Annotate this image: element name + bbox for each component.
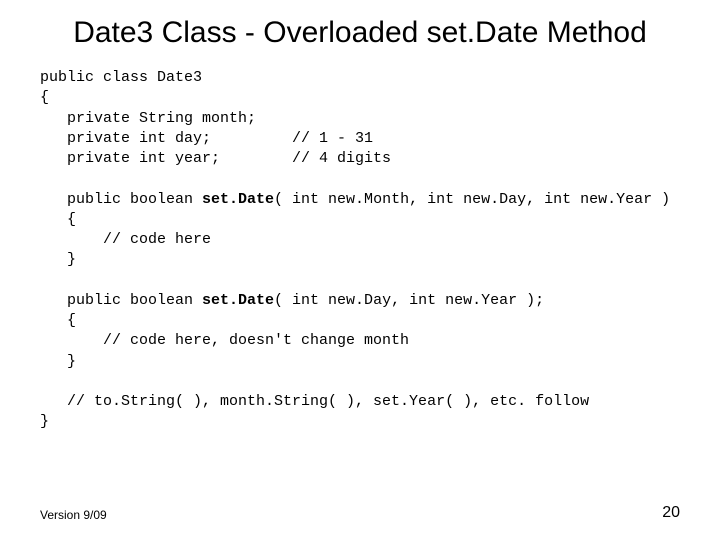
code-line: private int year; // 4 digits	[40, 150, 391, 167]
code-line: // to.String( ), month.String( ), set.Ye…	[40, 393, 589, 410]
code-line: }	[40, 251, 76, 268]
code-line: private String month;	[40, 110, 256, 127]
code-line: }	[40, 353, 76, 370]
code-bold: set.Date	[202, 191, 274, 208]
page-number: 20	[662, 504, 680, 522]
slide: Date3 Class - Overloaded set.Date Method…	[0, 0, 720, 540]
code-line: {	[40, 211, 76, 228]
code-line: public class Date3	[40, 69, 202, 86]
code-line: public boolean	[40, 292, 202, 309]
code-line: // code here	[40, 231, 211, 248]
code-line: private int day; // 1 - 31	[40, 130, 373, 147]
footer-version: Version 9/09	[40, 508, 107, 522]
code-line: }	[40, 413, 49, 430]
code-line: ( int new.Day, int new.Year );	[274, 292, 544, 309]
code-bold: set.Date	[202, 292, 274, 309]
code-line: // code here, doesn't change month	[40, 332, 409, 349]
slide-title: Date3 Class - Overloaded set.Date Method	[40, 16, 680, 50]
code-block: public class Date3 { private String mont…	[40, 68, 680, 433]
code-line: {	[40, 312, 76, 329]
code-line: public boolean	[40, 191, 202, 208]
code-line: {	[40, 89, 49, 106]
code-line: ( int new.Month, int new.Day, int new.Ye…	[274, 191, 670, 208]
